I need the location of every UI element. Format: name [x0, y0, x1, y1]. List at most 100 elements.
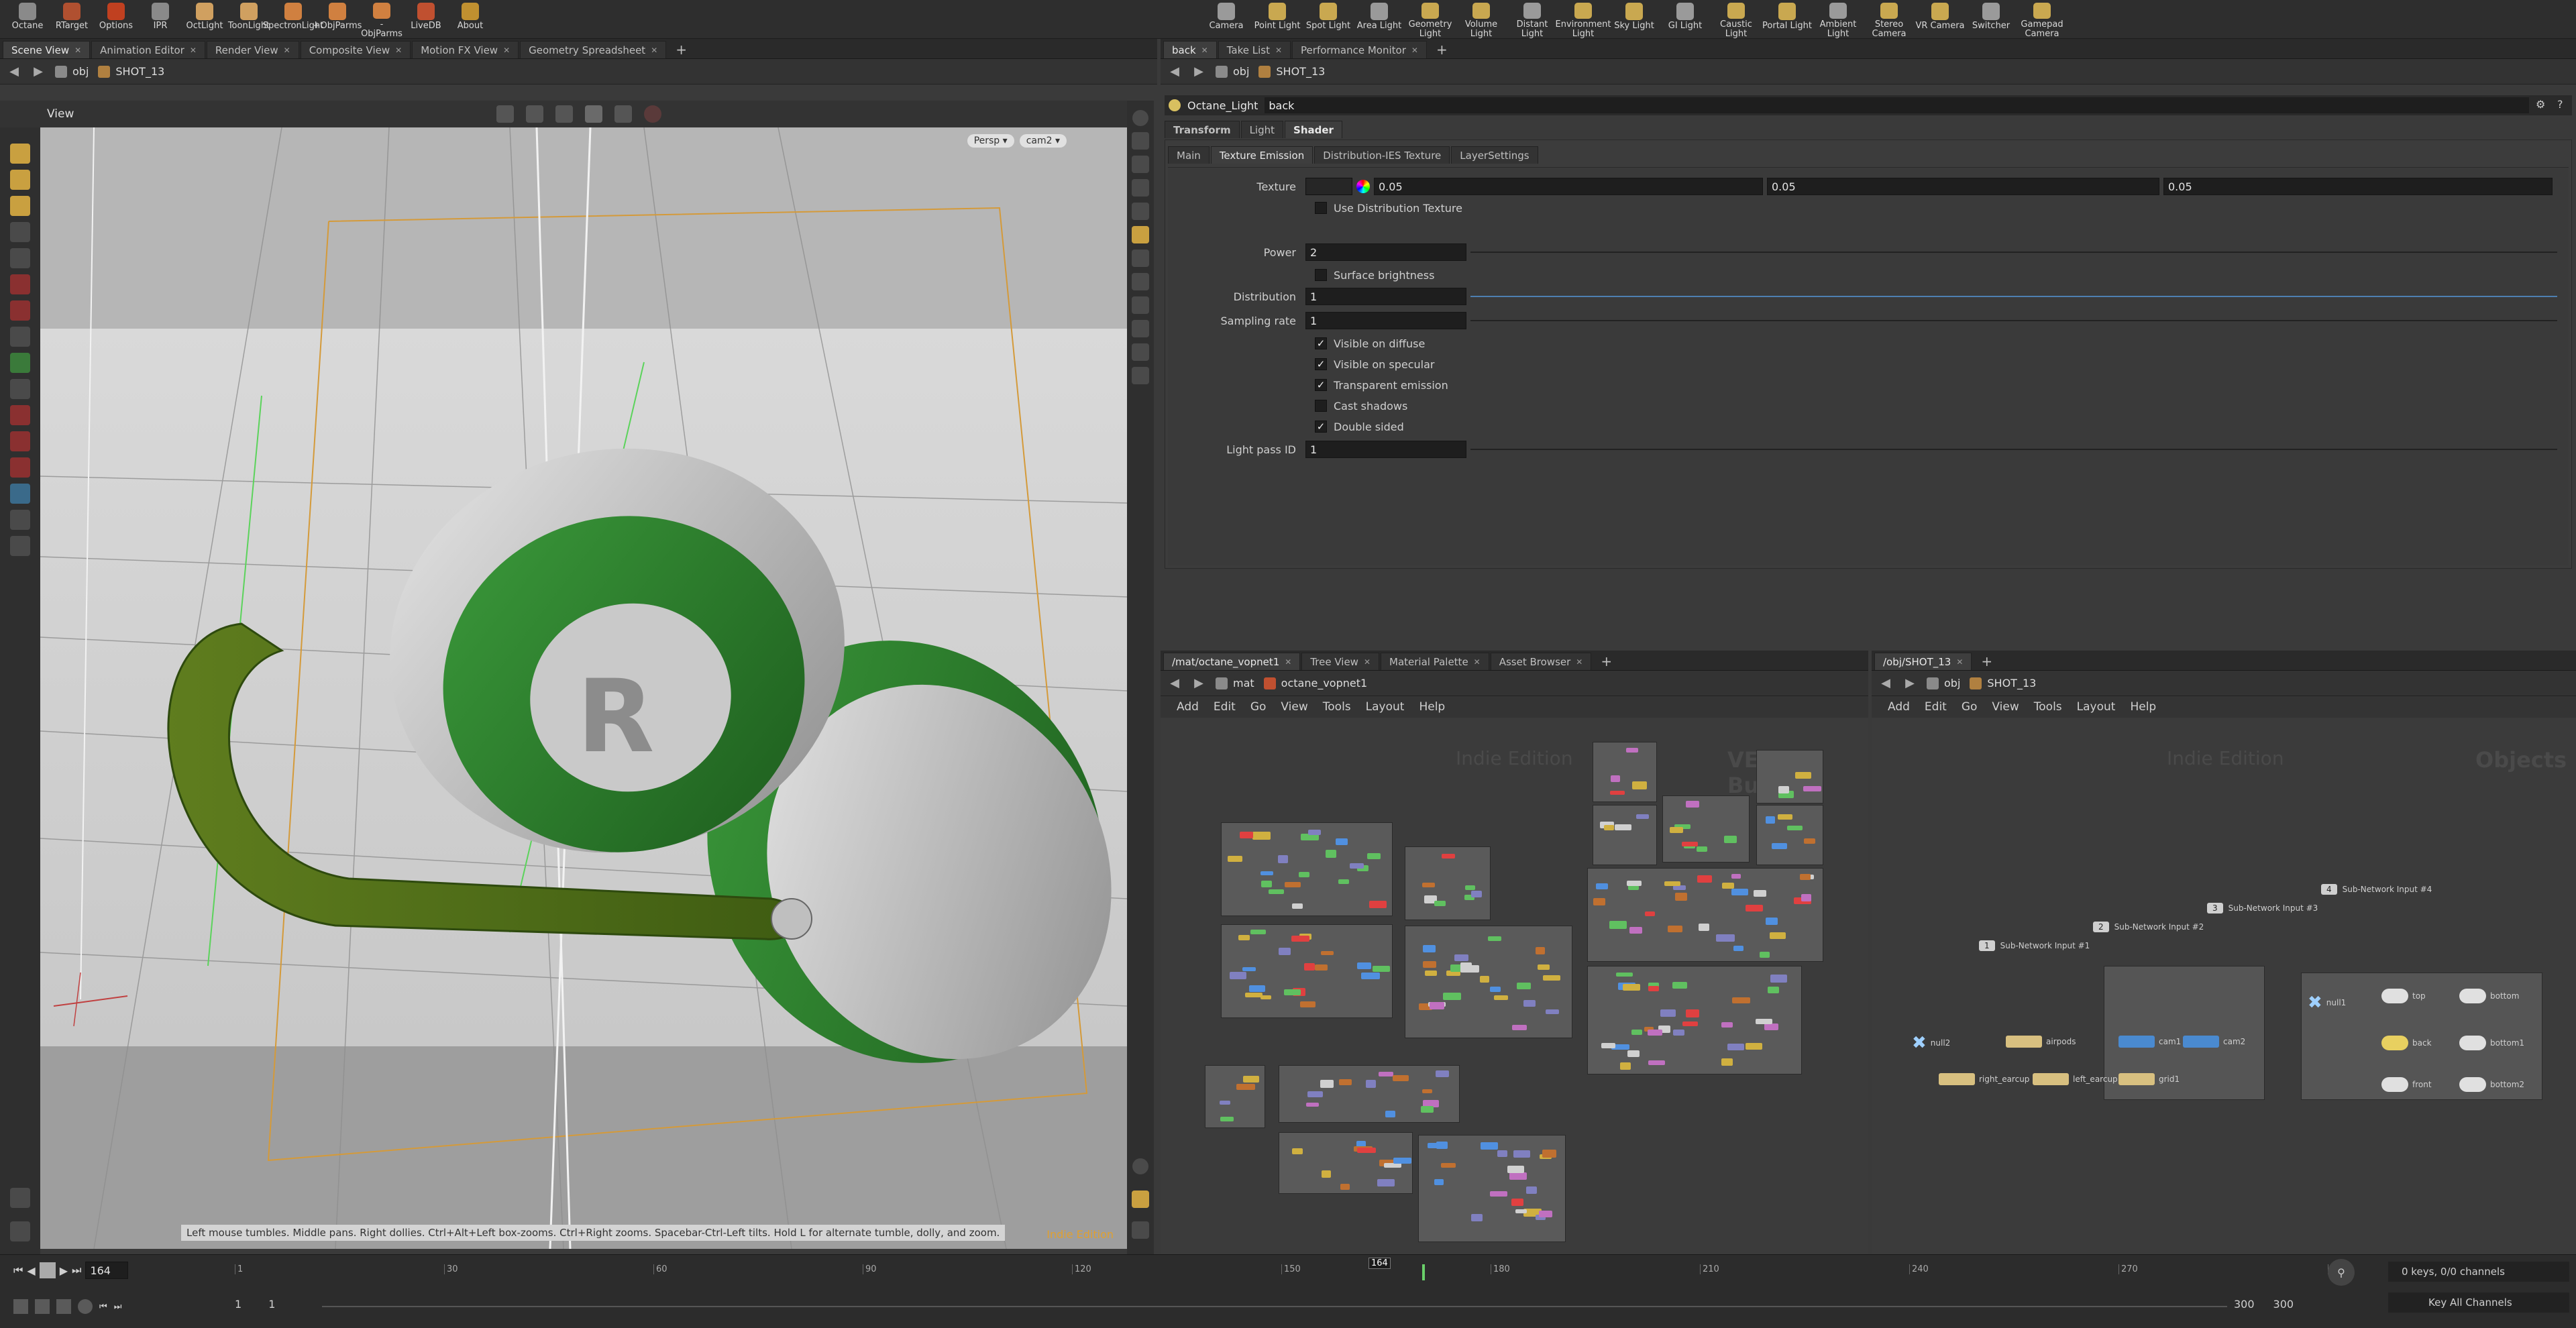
- shelf-light-tool[interactable]: Geometry Light: [1405, 0, 1456, 39]
- vop-node[interactable]: [1377, 1179, 1395, 1186]
- vop-node[interactable]: [1648, 985, 1659, 991]
- vop-node[interactable]: [1470, 1213, 1483, 1221]
- vop-node[interactable]: [1623, 983, 1640, 991]
- close-icon[interactable]: ✕: [395, 46, 402, 55]
- layout-icon[interactable]: [1132, 1191, 1149, 1208]
- vop-node[interactable]: [1425, 971, 1437, 977]
- menu-layout[interactable]: Layout: [2077, 700, 2116, 714]
- scene-render[interactable]: R: [40, 127, 1127, 1249]
- vop-node[interactable]: [1393, 1157, 1411, 1164]
- vop-node[interactable]: [1635, 814, 1649, 819]
- menu-go[interactable]: Go: [1962, 700, 1978, 714]
- back-arrow-icon[interactable]: ◀: [1878, 676, 1893, 691]
- pose-icon[interactable]: [10, 353, 30, 373]
- vop-node[interactable]: [1764, 1023, 1779, 1031]
- menu-add[interactable]: Add: [1177, 700, 1199, 714]
- vop-node[interactable]: [1593, 898, 1605, 906]
- vop-node[interactable]: [1525, 1186, 1537, 1195]
- vop-node[interactable]: [1721, 1022, 1733, 1028]
- vop-node[interactable]: [1765, 918, 1778, 926]
- persp-menu[interactable]: Persp ▾: [967, 134, 1014, 148]
- tab-geometry-spreadsheet[interactable]: Geometry Spreadsheet ✕: [520, 41, 667, 58]
- close-icon[interactable]: ✕: [503, 46, 510, 55]
- uv-icon[interactable]: [1132, 343, 1149, 361]
- back-arrow-icon[interactable]: ◀: [1167, 676, 1182, 691]
- tab-motion-fx-view[interactable]: Motion FX View ✕: [412, 41, 519, 58]
- obj-network-editor[interactable]: Indie Edition Objects 1 Sub-Network Input…: [1872, 718, 2576, 1254]
- snap-icon[interactable]: [496, 105, 514, 123]
- abc-icon[interactable]: [1132, 367, 1149, 384]
- vop-node[interactable]: [1766, 816, 1776, 824]
- scale-icon[interactable]: [10, 327, 30, 347]
- shelf-tool[interactable]: -ObjParms: [360, 0, 404, 39]
- vop-node[interactable]: [1629, 926, 1642, 934]
- back-arrow-icon[interactable]: ◀: [7, 64, 21, 79]
- vop-node[interactable]: [1480, 975, 1490, 983]
- geometry-icon[interactable]: [1132, 273, 1149, 290]
- shelf-tool[interactable]: Octane: [5, 0, 50, 39]
- realtime-icon[interactable]: [13, 1299, 28, 1314]
- tab-performance-monitor[interactable]: Performance Monitor ✕: [1292, 41, 1427, 58]
- path-context[interactable]: obj: [1216, 65, 1249, 78]
- vop-node[interactable]: [1685, 801, 1699, 808]
- add-tab-icon[interactable]: +: [667, 41, 695, 58]
- range-slider[interactable]: [322, 1306, 2227, 1307]
- shading-icon[interactable]: [585, 105, 602, 123]
- vop-node[interactable]: [1609, 921, 1627, 929]
- vop-node[interactable]: [1731, 888, 1748, 896]
- vop-node[interactable]: [1227, 856, 1242, 863]
- vop-node[interactable]: [1778, 814, 1792, 820]
- toggle-icon[interactable]: [1132, 156, 1149, 173]
- vop-node[interactable]: [1304, 962, 1315, 971]
- subnet-input-2[interactable]: 2 Sub-Network Input #2: [2093, 922, 2204, 932]
- shelf-light-tool[interactable]: Gamepad Camera: [2017, 0, 2068, 39]
- close-icon[interactable]: ✕: [1576, 657, 1582, 667]
- close-icon[interactable]: ✕: [1275, 46, 1282, 55]
- vop-node[interactable]: [1509, 1172, 1527, 1180]
- rotate-icon[interactable]: [10, 300, 30, 321]
- shelf-light-tool[interactable]: Area Light: [1354, 0, 1405, 39]
- vop-node[interactable]: [1320, 1080, 1334, 1088]
- menu-edit[interactable]: Edit: [1925, 700, 1947, 714]
- vop-node[interactable]: [1443, 992, 1461, 1001]
- shelf-light-tool[interactable]: Portal Light: [1762, 0, 1813, 39]
- light-pass-id-field[interactable]: 1: [1305, 441, 1466, 458]
- vop-node[interactable]: [1511, 1025, 1527, 1031]
- vop-node[interactable]: [1435, 1070, 1449, 1077]
- vop-node[interactable]: [1436, 1142, 1448, 1149]
- snap-grid-icon[interactable]: [10, 379, 30, 399]
- scene-viewport[interactable]: R Persp ▾ cam2 ▾ Left mouse tumbles. Mid…: [40, 127, 1127, 1249]
- snap-curve-icon[interactable]: [10, 431, 30, 451]
- tab-back[interactable]: back ✕: [1163, 41, 1217, 58]
- vop-node[interactable]: [1664, 881, 1681, 887]
- vop-node[interactable]: [1511, 1198, 1523, 1206]
- menu-view[interactable]: View: [1281, 700, 1307, 714]
- vop-node[interactable]: [1722, 883, 1734, 889]
- shelf-tool[interactable]: OctLight: [182, 0, 227, 39]
- vop-node[interactable]: [1260, 871, 1273, 876]
- vop-node[interactable]: [1422, 883, 1435, 887]
- node-cam1[interactable]: cam1: [2118, 1036, 2181, 1048]
- vop-node[interactable]: [1434, 901, 1446, 907]
- shelf-tool[interactable]: RTarget: [50, 0, 94, 39]
- texture-r-field[interactable]: 0.05: [1374, 178, 1763, 195]
- path-context[interactable]: mat: [1216, 677, 1254, 689]
- close-icon[interactable]: ✕: [1474, 657, 1481, 667]
- vop-node[interactable]: [1421, 1089, 1432, 1094]
- vop-node[interactable]: [1350, 863, 1364, 869]
- vop-node[interactable]: [1801, 894, 1811, 901]
- menu-add[interactable]: Add: [1888, 700, 1910, 714]
- vop-node[interactable]: [1778, 785, 1789, 793]
- vop-node[interactable]: [1513, 1150, 1531, 1158]
- light-icon[interactable]: [10, 536, 30, 556]
- vop-node[interactable]: [1268, 889, 1284, 894]
- menu-tools[interactable]: Tools: [1323, 700, 1351, 714]
- vop-node[interactable]: [1772, 843, 1788, 849]
- select-mode-icon[interactable]: [526, 105, 543, 123]
- vop-node[interactable]: [1727, 1044, 1744, 1051]
- points-icon[interactable]: [1132, 296, 1149, 314]
- shelf-light-tool[interactable]: Camera: [1201, 0, 1252, 39]
- network-box[interactable]: [1279, 1065, 1460, 1123]
- gear-icon[interactable]: ⚙: [2536, 98, 2551, 113]
- path-node[interactable]: SHOT_13: [1258, 65, 1325, 78]
